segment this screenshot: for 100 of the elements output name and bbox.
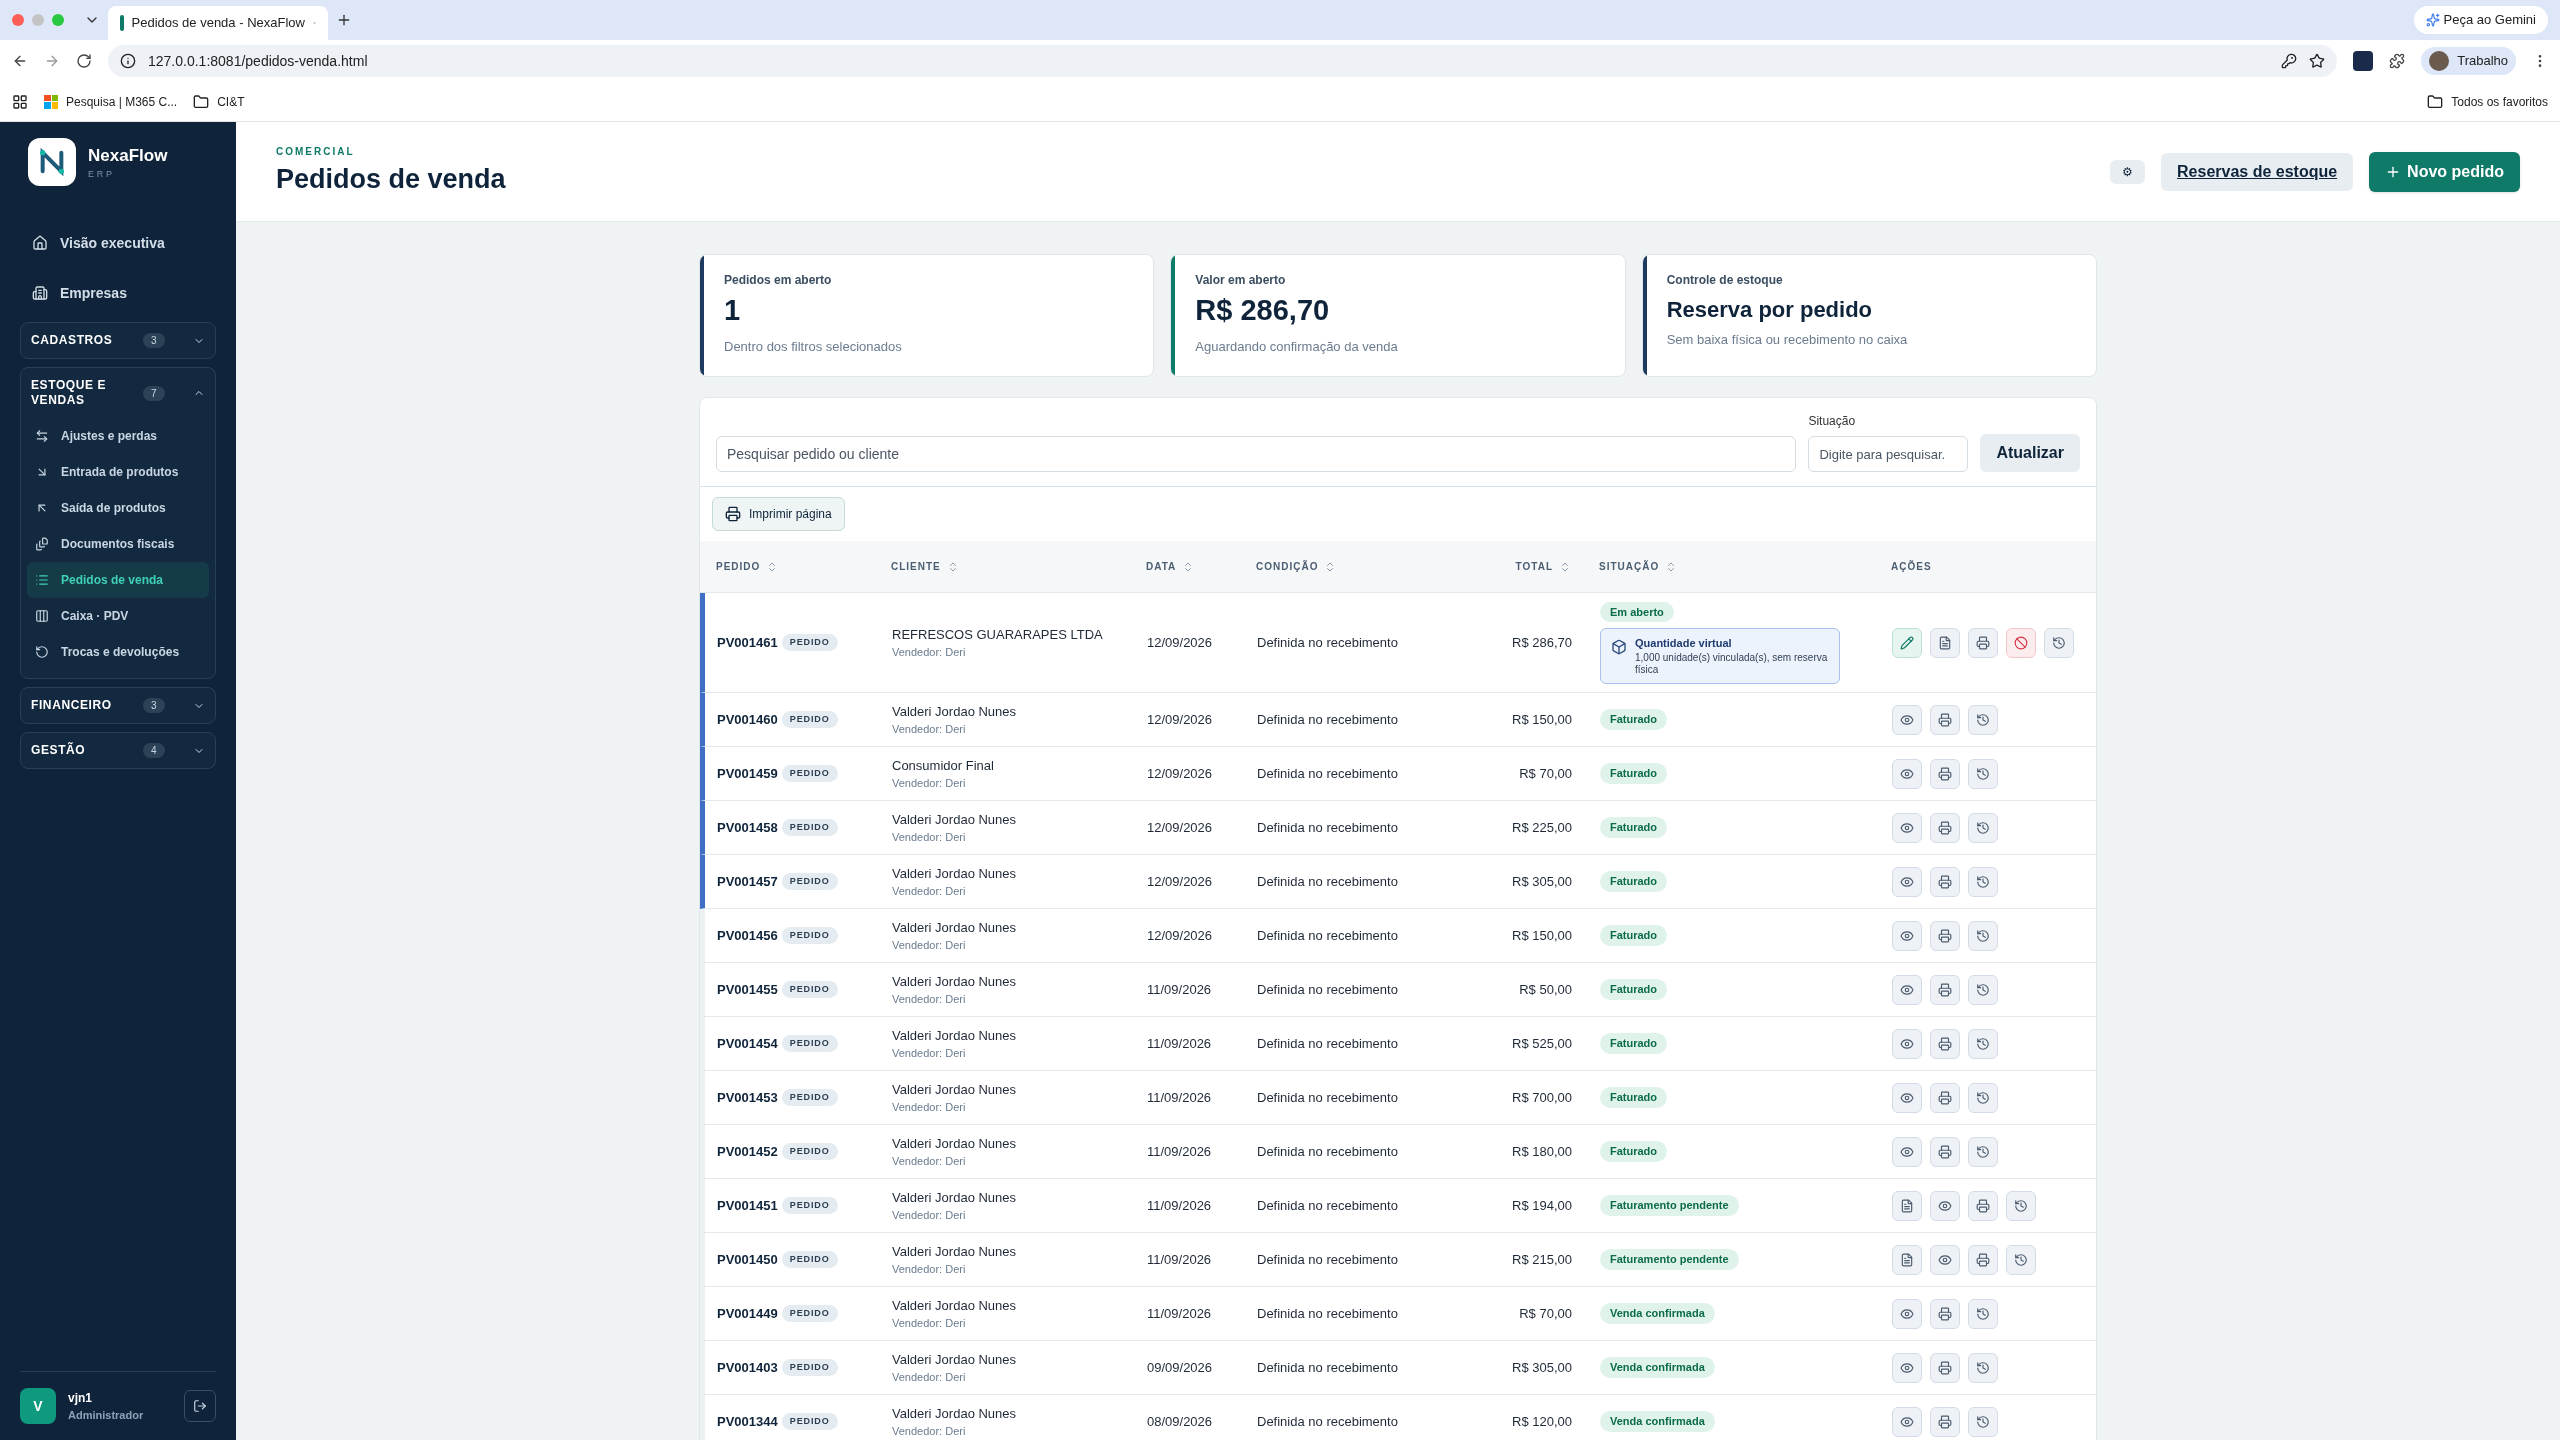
row-action-button[interactable]	[1968, 1028, 1998, 1059]
row-action-button[interactable]	[1892, 1082, 1922, 1113]
nav-item[interactable]: Saída de produtos	[27, 490, 209, 526]
row-action-button[interactable]	[1968, 866, 1998, 897]
row-action-button[interactable]	[1930, 1352, 1960, 1383]
group-header[interactable]: FINANCEIRO 3	[21, 688, 215, 723]
row-action-button[interactable]	[1930, 704, 1960, 735]
status-field[interactable]: Digite para pesquisar.	[1808, 436, 1969, 472]
row-action-button[interactable]	[1930, 974, 1960, 1005]
row-action-button[interactable]	[1968, 704, 1998, 735]
row-action-button[interactable]	[1892, 812, 1922, 843]
column-header[interactable]: PEDIDO	[716, 559, 761, 574]
reservations-button[interactable]: Reservas de estoque	[2161, 152, 2354, 191]
row-action-button[interactable]	[1968, 1352, 1998, 1383]
reload-icon[interactable]	[76, 53, 92, 69]
bookmark[interactable]: Pesquisa | M365 C...	[44, 92, 178, 111]
row-action-button[interactable]	[1930, 1244, 1960, 1275]
puzzle-icon[interactable]	[2389, 53, 2406, 69]
row-action-button[interactable]	[1892, 1406, 1922, 1437]
order-tag: PEDIDO	[781, 1142, 838, 1161]
key-icon[interactable]	[2281, 53, 2298, 69]
row-action-button[interactable]	[2044, 627, 2074, 658]
row-action-button[interactable]	[1930, 812, 1960, 843]
apps-icon[interactable]	[12, 93, 28, 110]
row-action-button[interactable]	[1892, 1298, 1922, 1329]
nav-item[interactable]: Documentos fiscais	[27, 526, 209, 562]
gemini-button[interactable]: Peça ao Gemini	[2413, 6, 2548, 34]
row-action-button[interactable]	[1968, 1082, 1998, 1113]
row-action-button[interactable]	[1968, 1406, 1998, 1437]
row-action-button[interactable]	[1892, 1136, 1922, 1167]
row-action-button[interactable]	[1892, 974, 1922, 1005]
row-action-button[interactable]	[2006, 1244, 2036, 1275]
nav-link[interactable]: Empresas	[20, 268, 216, 318]
new-order-button[interactable]: Novo pedido	[2369, 151, 2520, 192]
nav-item[interactable]: Trocas e devoluções	[27, 634, 209, 670]
row-action-button[interactable]	[1968, 920, 1998, 951]
row-action-button[interactable]	[1930, 1298, 1960, 1329]
column-header[interactable]: CLIENTE	[891, 559, 941, 574]
nav-item[interactable]: Caixa · PDV	[27, 598, 209, 634]
note-text: 1,000 unidade(s) vinculada(s), sem reserva física	[1635, 651, 1829, 677]
row-action-button[interactable]	[1968, 1298, 1998, 1329]
bookmark[interactable]: CI&T	[193, 92, 245, 111]
order-total: R$ 150,00	[1511, 926, 1573, 945]
address-bar[interactable]: 127.0.0.1:8081/pedidos-venda.html	[108, 45, 2338, 77]
nav-item[interactable]: Ajustes e perdas	[27, 418, 209, 454]
row-action-button[interactable]	[1968, 1136, 1998, 1167]
logout-button[interactable]	[184, 1390, 216, 1422]
nav-item[interactable]: Pedidos de venda	[27, 562, 209, 598]
group-header[interactable]: CADASTROS 3	[21, 323, 215, 358]
row-action-button[interactable]	[1968, 812, 1998, 843]
refresh-button[interactable]: Atualizar	[1980, 434, 2080, 472]
row-action-button[interactable]	[1892, 920, 1922, 951]
row-action-button[interactable]	[1892, 758, 1922, 789]
column-header[interactable]: CONDIÇÃO	[1256, 559, 1319, 574]
row-action-button[interactable]	[1892, 1352, 1922, 1383]
nav-link[interactable]: Visão executiva	[20, 218, 216, 268]
row-action-button[interactable]	[1930, 920, 1960, 951]
row-action-button[interactable]	[2006, 1190, 2036, 1221]
row-action-button[interactable]	[1892, 704, 1922, 735]
new-tab-icon[interactable]	[336, 12, 352, 28]
back-icon[interactable]	[12, 53, 28, 69]
row-action-button[interactable]	[1892, 866, 1922, 897]
star-icon[interactable]	[2309, 53, 2326, 69]
row-action-button[interactable]	[1930, 758, 1960, 789]
row-action-button[interactable]	[1930, 866, 1960, 897]
info-icon[interactable]	[120, 53, 136, 69]
nav-item[interactable]: Entrada de produtos	[27, 454, 209, 490]
row-action-button[interactable]	[1930, 1136, 1960, 1167]
browser-tab[interactable]: Pedidos de venda - NexaFlow	[108, 6, 328, 40]
row-action-button[interactable]	[1968, 1190, 1998, 1221]
row-action-button[interactable]	[1930, 1406, 1960, 1437]
column-header[interactable]: DATA	[1146, 559, 1177, 574]
column-header[interactable]: TOTAL	[1515, 559, 1553, 574]
group-header[interactable]: GESTÃO 4	[21, 733, 215, 768]
row-action-button[interactable]	[1892, 1244, 1922, 1275]
extension-icon[interactable]	[2353, 51, 2374, 71]
column-header[interactable]: SITUAÇÃO	[1599, 559, 1660, 574]
row-action-button[interactable]	[1968, 974, 1998, 1005]
row-action-button[interactable]	[1930, 627, 1960, 658]
row-action-button[interactable]	[1968, 758, 1998, 789]
profile-button[interactable]: Trabalho	[2421, 47, 2516, 75]
row-action-button[interactable]	[1930, 1028, 1960, 1059]
row-action-button[interactable]	[2006, 627, 2036, 658]
search-field[interactable]: Pesquisar pedido ou cliente	[716, 436, 1797, 472]
settings-button[interactable]: ⚙	[2110, 159, 2146, 184]
row-action-button[interactable]	[1968, 1244, 1998, 1275]
sort-icon[interactable]	[1559, 560, 1571, 573]
all-bookmarks[interactable]: Todos os favoritos	[2427, 92, 2548, 111]
order-date: 12/09/2026	[1147, 764, 1214, 783]
order-tag: PEDIDO	[781, 1088, 838, 1107]
row-action-button[interactable]	[1930, 1082, 1960, 1113]
row-action-button[interactable]	[1930, 1190, 1960, 1221]
row-action-button[interactable]	[1968, 627, 1998, 658]
row-action-button[interactable]	[1892, 627, 1922, 658]
group-header[interactable]: ESTOQUE E VENDAS 7	[21, 368, 215, 418]
forward-icon[interactable]	[44, 53, 60, 69]
history-icon	[1976, 928, 1990, 943]
row-action-button[interactable]	[1892, 1190, 1922, 1221]
print-page-button[interactable]: Imprimir página	[712, 497, 845, 531]
row-action-button[interactable]	[1892, 1028, 1922, 1059]
